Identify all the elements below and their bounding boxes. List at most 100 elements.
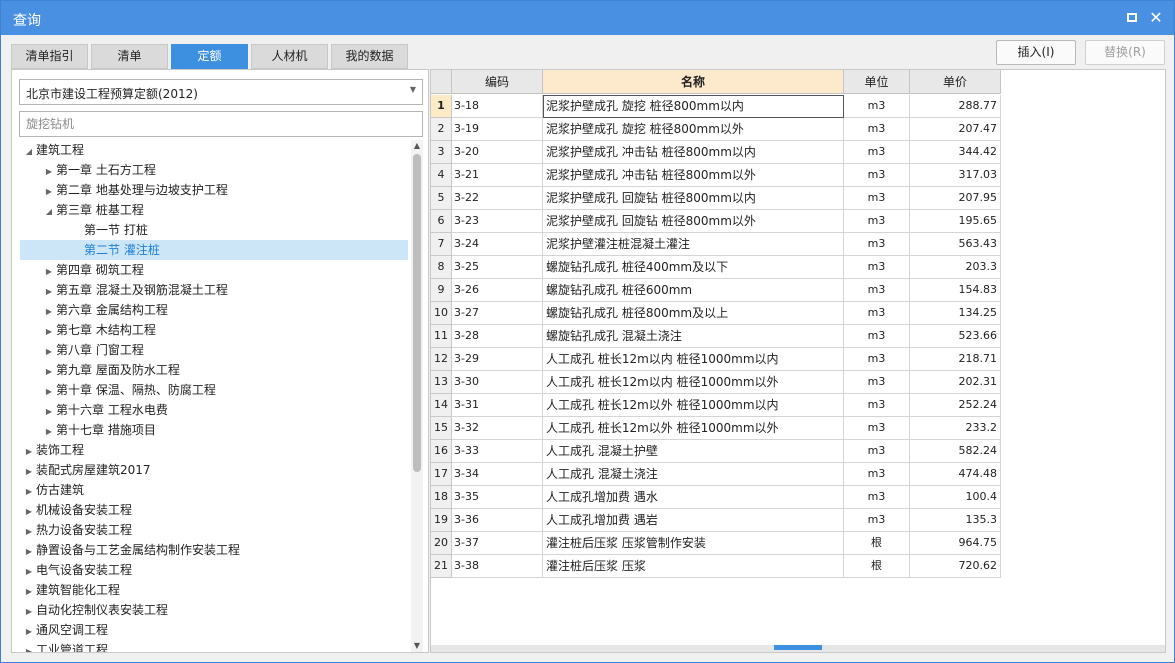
expand-arrow-icon[interactable]: ◢ — [42, 202, 56, 222]
tab-my-data[interactable]: 我的数据 — [331, 44, 408, 69]
table-cell-code[interactable]: 3-24 — [452, 233, 543, 256]
table-cell-unit[interactable]: m3 — [844, 440, 910, 463]
table-cell-name[interactable]: 螺旋钻孔成孔 混凝土浇注 — [543, 325, 844, 348]
table-cell-name[interactable]: 螺旋钻孔成孔 桩径600mm — [543, 279, 844, 302]
table-cell-code[interactable]: 3-20 — [452, 141, 543, 164]
tree-item[interactable]: ▶ 装配式房屋建筑2017 — [22, 460, 151, 480]
tree-item[interactable]: ▶ 第四章 砌筑工程 — [42, 260, 144, 280]
tree-item[interactable]: ◢ 第三章 桩基工程 — [42, 200, 144, 220]
table-cell-price[interactable]: 344.42 — [910, 141, 1001, 164]
table-cell-unit[interactable]: m3 — [844, 394, 910, 417]
table-cell-name[interactable]: 人工成孔增加费 遇岩 — [543, 509, 844, 532]
title-bar[interactable]: 查询 ✕ — [1, 1, 1174, 35]
table-cell-unit[interactable]: m3 — [844, 417, 910, 440]
table-cell-price[interactable]: 582.24 — [910, 440, 1001, 463]
table-cell-code[interactable]: 3-31 — [452, 394, 543, 417]
maximize-icon[interactable] — [1124, 10, 1140, 26]
table-cell-code[interactable]: 3-30 — [452, 371, 543, 394]
close-icon[interactable]: ✕ — [1148, 10, 1164, 26]
table-cell-price[interactable]: 563.43 — [910, 233, 1001, 256]
table-cell-price[interactable]: 203.3 — [910, 256, 1001, 279]
tree-item[interactable]: ▶ 第九章 屋面及防水工程 — [42, 360, 180, 380]
tree-item[interactable]: ▶ 第一章 土石方工程 — [42, 160, 156, 180]
tree-item[interactable]: ▶ 第十章 保温、隔热、防腐工程 — [42, 380, 216, 400]
table-cell-code[interactable]: 3-28 — [452, 325, 543, 348]
replace-button[interactable]: 替换(R) — [1085, 40, 1165, 65]
table-cell-code[interactable]: 3-34 — [452, 463, 543, 486]
table-cell-unit[interactable]: m3 — [844, 141, 910, 164]
quota-library-select[interactable]: 北京市建设工程预算定额(2012) ▼ — [19, 79, 423, 105]
table-splitter[interactable] — [431, 645, 1165, 652]
expand-arrow-icon[interactable]: ◢ — [22, 142, 36, 162]
tree-item[interactable]: 第二节 灌注桩 — [20, 240, 408, 260]
table-cell-price[interactable]: 474.48 — [910, 463, 1001, 486]
collapse-arrow-icon[interactable]: ▶ — [42, 302, 56, 322]
collapse-arrow-icon[interactable]: ▶ — [22, 622, 36, 642]
table-cell-unit[interactable]: m3 — [844, 302, 910, 325]
table-cell-unit[interactable]: m3 — [844, 348, 910, 371]
tab-bill-guide[interactable]: 清单指引 — [11, 44, 88, 69]
table-cell-unit[interactable]: m3 — [844, 509, 910, 532]
table-cell-unit[interactable]: m3 — [844, 187, 910, 210]
table-cell-code[interactable]: 3-29 — [452, 348, 543, 371]
tree-item[interactable]: ▶ 电气设备安装工程 — [22, 560, 132, 580]
table-cell-name[interactable]: 人工成孔 混凝土护壁 — [543, 440, 844, 463]
tab-labor-material-machine[interactable]: 人材机 — [251, 44, 328, 69]
table-cell-name[interactable]: 螺旋钻孔成孔 桩径400mm及以下 — [543, 256, 844, 279]
table-cell-code[interactable]: 3-36 — [452, 509, 543, 532]
row-number[interactable]: 9 — [431, 279, 452, 302]
table-cell-code[interactable]: 3-32 — [452, 417, 543, 440]
table-cell-name[interactable]: 泥浆护壁成孔 回旋钻 桩径800mm以外 — [543, 210, 844, 233]
collapse-arrow-icon[interactable]: ▶ — [42, 382, 56, 402]
collapse-arrow-icon[interactable]: ▶ — [42, 422, 56, 442]
table-cell-unit[interactable]: m3 — [844, 118, 910, 141]
tree-item[interactable]: ▶ 静置设备与工艺金属结构制作安装工程 — [22, 540, 240, 560]
table-cell-unit[interactable]: m3 — [844, 279, 910, 302]
table-cell-name[interactable]: 泥浆护壁成孔 冲击钻 桩径800mm以内 — [543, 141, 844, 164]
splitter-handle[interactable] — [774, 645, 822, 650]
tab-bill[interactable]: 清单 — [91, 44, 168, 69]
row-number[interactable]: 5 — [431, 187, 452, 210]
tree-item[interactable]: ▶ 第八章 门窗工程 — [42, 340, 144, 360]
table-cell-name[interactable]: 泥浆护壁灌注桩混凝土灌注 — [543, 233, 844, 256]
table-cell-price[interactable]: 154.83 — [910, 279, 1001, 302]
tree-item[interactable]: ▶ 建筑智能化工程 — [22, 580, 120, 600]
table-cell-name[interactable]: 灌注桩后压浆 压浆 — [543, 555, 844, 578]
scroll-down-icon[interactable]: ▼ — [411, 640, 423, 652]
tree-item[interactable]: ▶ 机械设备安装工程 — [22, 500, 132, 520]
tree-item[interactable]: ▶ 通风空调工程 — [22, 620, 108, 640]
search-input[interactable] — [19, 111, 423, 137]
table-cell-unit[interactable]: m3 — [844, 256, 910, 279]
collapse-arrow-icon[interactable]: ▶ — [42, 402, 56, 422]
table-cell-code[interactable]: 3-38 — [452, 555, 543, 578]
row-number[interactable]: 1 — [431, 95, 452, 118]
collapse-arrow-icon[interactable]: ▶ — [22, 602, 36, 622]
table-cell-name[interactable]: 泥浆护壁成孔 冲击钻 桩径800mm以外 — [543, 164, 844, 187]
table-cell-name[interactable]: 人工成孔 桩长12m以外 桩径1000mm以外 — [543, 417, 844, 440]
collapse-arrow-icon[interactable]: ▶ — [22, 542, 36, 562]
table-cell-name[interactable]: 人工成孔 桩长12m以内 桩径1000mm以外 — [543, 371, 844, 394]
row-number[interactable]: 11 — [431, 325, 452, 348]
collapse-arrow-icon[interactable]: ▶ — [22, 482, 36, 502]
table-cell-code[interactable]: 3-37 — [452, 532, 543, 555]
table-cell-unit[interactable]: m3 — [844, 210, 910, 233]
row-number[interactable]: 17 — [431, 463, 452, 486]
column-header-price[interactable]: 单价 — [910, 70, 1001, 94]
tree-item[interactable]: ▶ 第七章 木结构工程 — [42, 320, 156, 340]
table-cell-name[interactable]: 泥浆护壁成孔 旋挖 桩径800mm以外 — [543, 118, 844, 141]
tree-item[interactable]: ▶ 第十六章 工程水电费 — [42, 400, 168, 420]
tree-item[interactable]: ▶ 工业管道工程 — [22, 640, 108, 652]
row-number[interactable]: 6 — [431, 210, 452, 233]
table-cell-name[interactable]: 人工成孔 桩长12m以外 桩径1000mm以内 — [543, 394, 844, 417]
row-number[interactable]: 10 — [431, 302, 452, 325]
collapse-arrow-icon[interactable]: ▶ — [22, 502, 36, 522]
tab-quota[interactable]: 定额 — [171, 44, 248, 69]
table-cell-unit[interactable]: m3 — [844, 371, 910, 394]
table-cell-code[interactable]: 3-33 — [452, 440, 543, 463]
table-cell-name[interactable]: 人工成孔 混凝土浇注 — [543, 463, 844, 486]
table-cell-unit[interactable]: 根 — [844, 555, 910, 578]
tree-item[interactable]: ▶ 第五章 混凝土及钢筋混凝土工程 — [42, 280, 228, 300]
row-number[interactable]: 15 — [431, 417, 452, 440]
column-header-name[interactable]: 名称 — [543, 70, 844, 94]
table-cell-name[interactable]: 人工成孔 桩长12m以内 桩径1000mm以内 — [543, 348, 844, 371]
